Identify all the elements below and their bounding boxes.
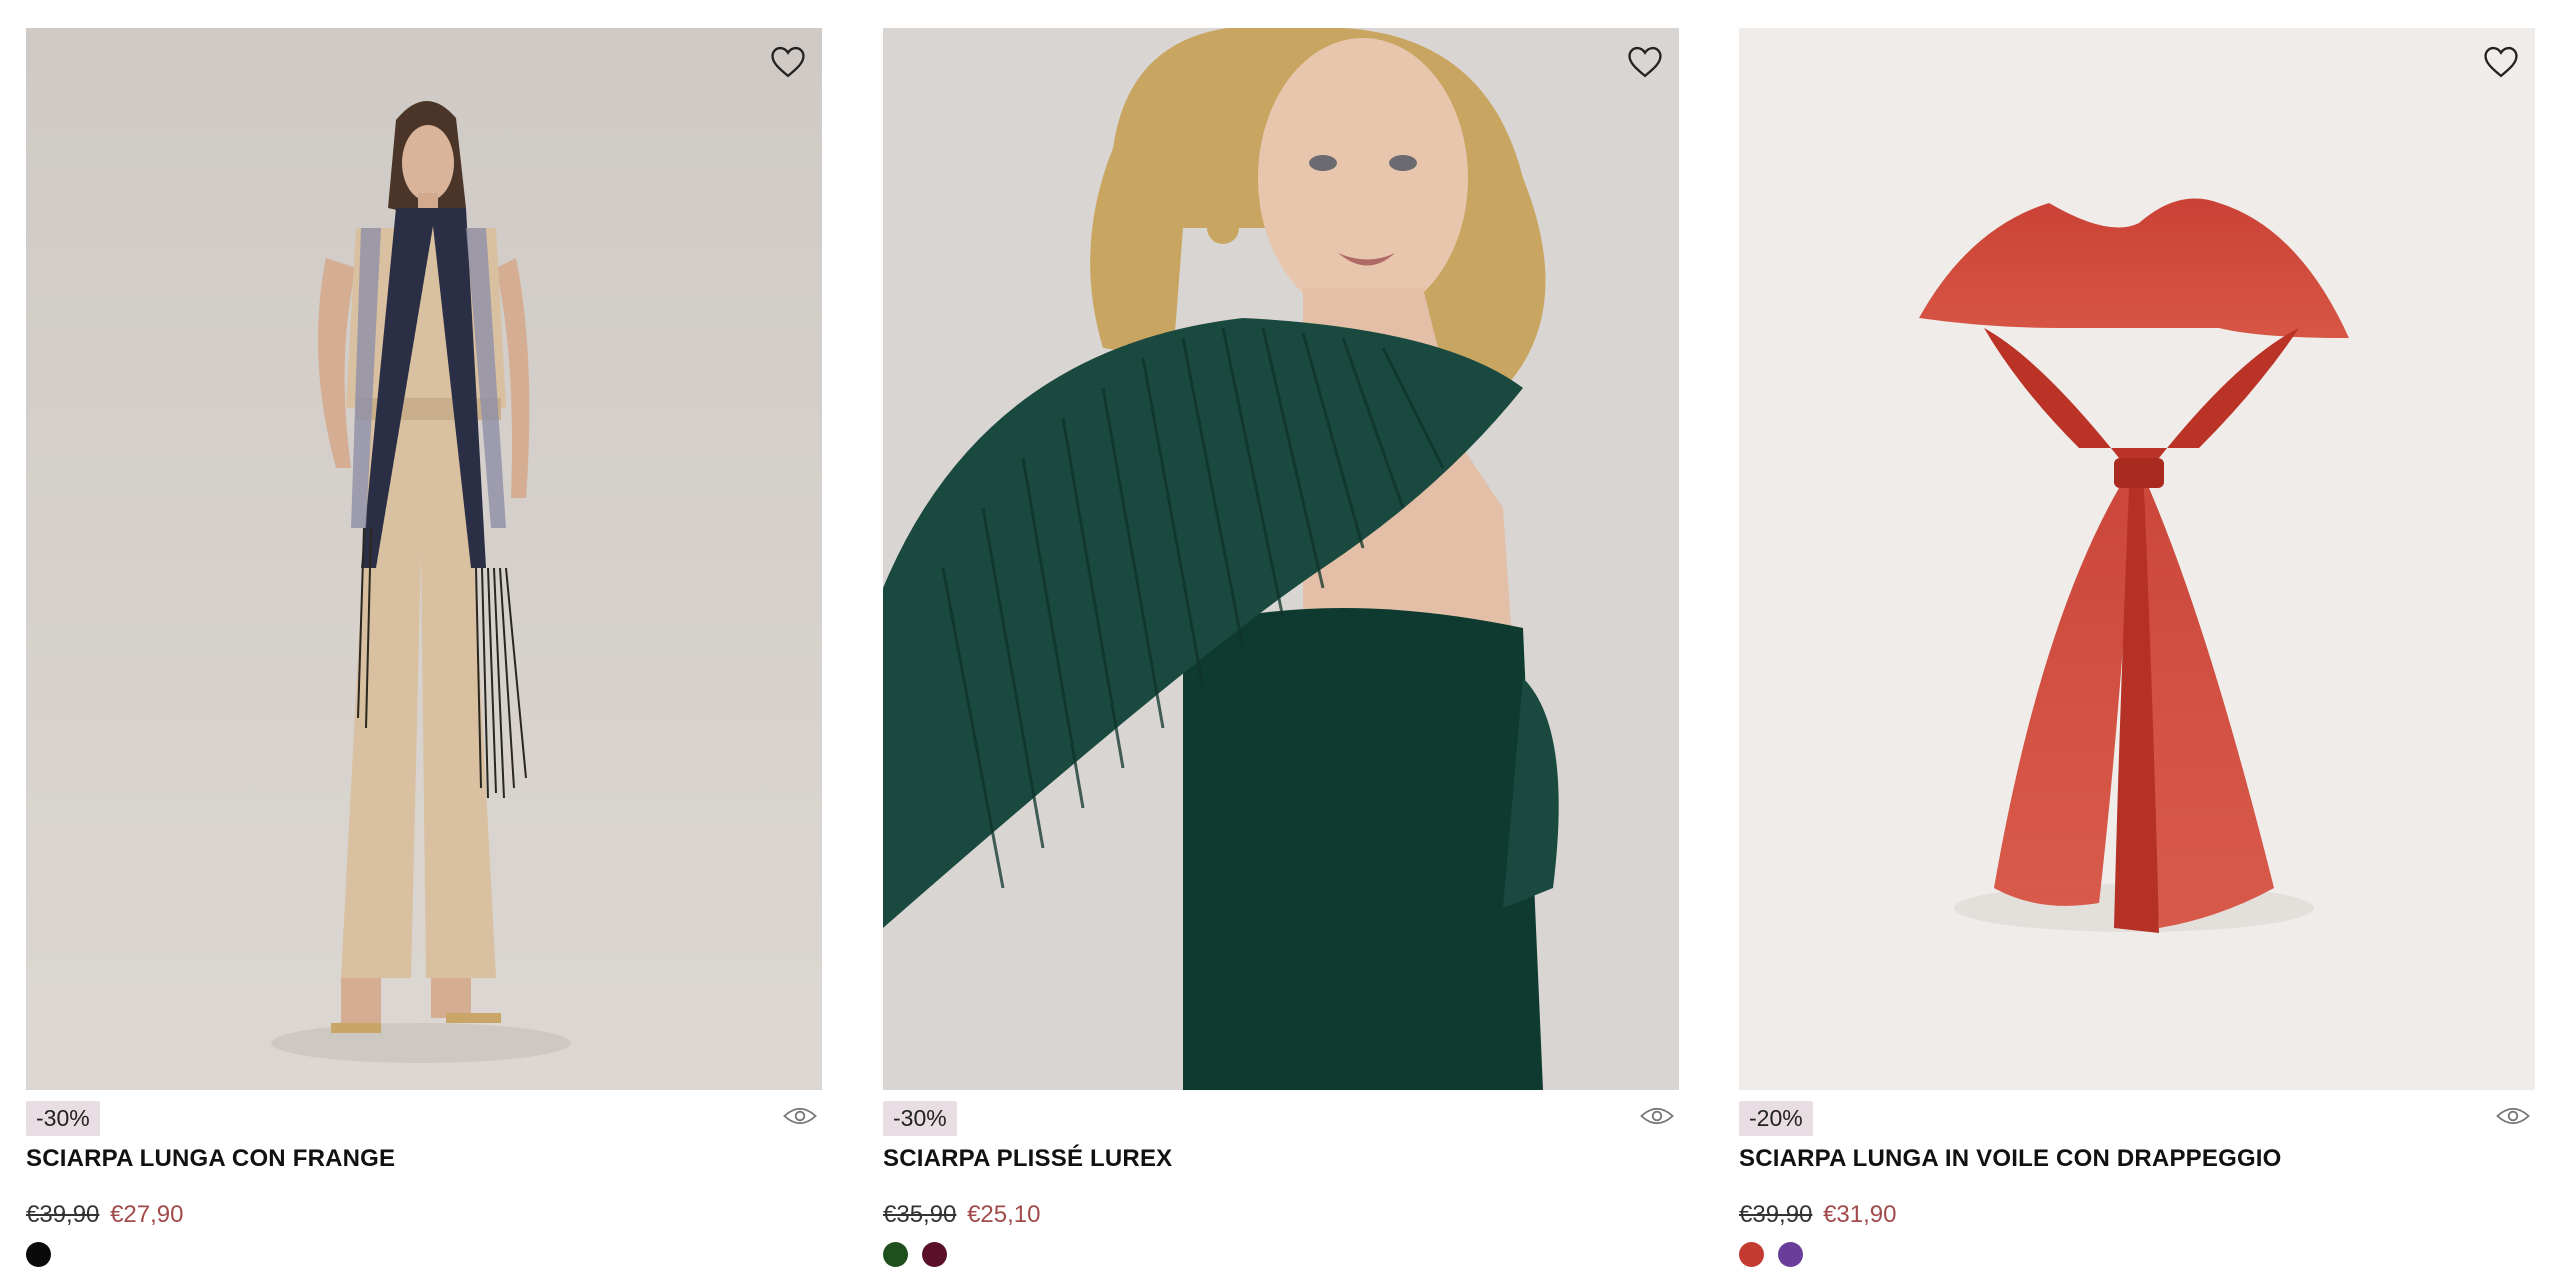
product-card: -20% SCIARPA LUNGA IN VOILE CON DRAPPEGG… [1739,28,2535,1268]
product-photo-plisse-scarf[interactable] [883,28,1679,1090]
card-meta-row: -30% [26,1098,822,1142]
product-image[interactable] [883,28,1679,1090]
discount-badge: -20% [1739,1101,1813,1136]
price-row: €35,90 €25,10 [883,1200,1679,1230]
product-image[interactable] [1739,28,2535,1090]
price-new: €25,10 [967,1201,1041,1228]
product-image[interactable] [26,28,822,1090]
product-photo-voile-scarf[interactable] [1739,28,2535,1090]
quickview-button[interactable] [780,1102,820,1130]
color-swatch-red[interactable] [1739,1242,1764,1267]
quickview-button[interactable] [2493,1102,2533,1130]
card-meta-row: -30% [883,1098,1679,1142]
price-old: €39,90 [1739,1201,1813,1228]
product-card: -30% SCIARPA LUNGA CON FRANGE €39,90 €27… [26,28,822,1268]
heart-icon [1628,46,1662,78]
color-swatch-purple[interactable] [1778,1242,1803,1267]
wishlist-button[interactable] [1623,40,1667,84]
product-photo-fringe-scarf[interactable] [26,28,822,1090]
color-swatches [26,1242,822,1268]
eye-icon [783,1107,817,1125]
price-old: €39,90 [26,1201,100,1228]
color-swatch-burgundy[interactable] [922,1242,947,1267]
color-swatch-green[interactable] [883,1242,908,1267]
price-new: €27,90 [110,1201,184,1228]
quickview-button[interactable] [1637,1102,1677,1130]
product-name[interactable]: SCIARPA PLISSÉ LUREX [883,1144,1679,1174]
product-name[interactable]: SCIARPA LUNGA CON FRANGE [26,1144,822,1174]
wishlist-button[interactable] [766,40,810,84]
price-old: €35,90 [883,1201,957,1228]
heart-icon [771,46,805,78]
card-meta-row: -20% [1739,1098,2535,1142]
product-grid: -30% SCIARPA LUNGA CON FRANGE €39,90 €27… [0,0,2560,1286]
heart-icon [2484,46,2518,78]
price-row: €39,90 €31,90 [1739,1200,2535,1230]
price-row: €39,90 €27,90 [26,1200,822,1230]
color-swatch-black[interactable] [26,1242,51,1267]
eye-icon [2496,1107,2530,1125]
color-swatches [883,1242,1679,1268]
price-new: €31,90 [1823,1201,1897,1228]
product-card: -30% SCIARPA PLISSÉ LUREX €35,90 €25,10 [883,28,1679,1268]
discount-badge: -30% [883,1101,957,1136]
wishlist-button[interactable] [2479,40,2523,84]
product-name[interactable]: SCIARPA LUNGA IN VOILE CON DRAPPEGGIO [1739,1144,2535,1174]
color-swatches [1739,1242,2535,1268]
discount-badge: -30% [26,1101,100,1136]
eye-icon [1640,1107,1674,1125]
